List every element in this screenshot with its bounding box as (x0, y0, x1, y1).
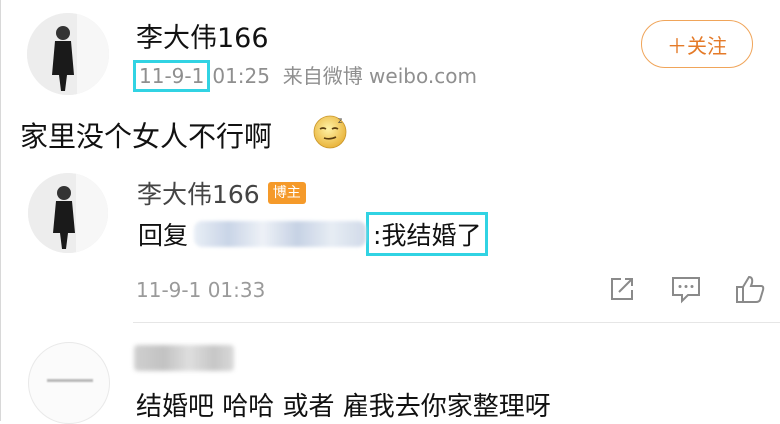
reply-author: 李大伟166 博主 (137, 175, 306, 211)
comment-text: 结婚吧 哈哈 或者 雇我去你家整理呀 (136, 392, 551, 422)
avatar-tiny-text (47, 379, 93, 382)
reply-content: 回复 :我结婚了 (138, 212, 489, 256)
sleepy-emoji-icon: z (312, 114, 348, 154)
like-icon[interactable] (734, 274, 766, 308)
author-avatar[interactable] (27, 13, 109, 95)
commenter-avatar[interactable] (28, 342, 110, 424)
share-icon[interactable] (607, 274, 637, 308)
post-meta: 11-9-1 01:25 来自微博 weibo.com (133, 60, 477, 92)
commenter-name-blurred[interactable] (134, 345, 234, 371)
post-author-name[interactable]: 李大伟166 (136, 16, 269, 55)
comment-divider (133, 322, 780, 323)
comment-icon[interactable] (670, 274, 702, 308)
post-source[interactable]: 来自微博 weibo.com (283, 64, 477, 88)
reply-text-highlight: :我结婚了 (366, 212, 489, 256)
reply-prefix: 回复 (138, 221, 189, 250)
reply-author-name[interactable]: 李大伟166 (137, 175, 260, 211)
post-date: 11-9-1 (133, 60, 211, 92)
blurred-mention[interactable] (194, 221, 367, 247)
follow-button[interactable]: ＋关注 (641, 20, 753, 68)
svg-text:z: z (338, 116, 342, 125)
author-badge: 博主 (267, 182, 306, 204)
post-text: 家里没个女人不行啊 (20, 120, 273, 153)
reply-author-avatar[interactable] (28, 173, 108, 253)
reply-timestamp: 11-9-1 01:33 (136, 278, 266, 302)
left-border (0, 0, 1, 421)
post-time: 01:25 (212, 64, 270, 88)
